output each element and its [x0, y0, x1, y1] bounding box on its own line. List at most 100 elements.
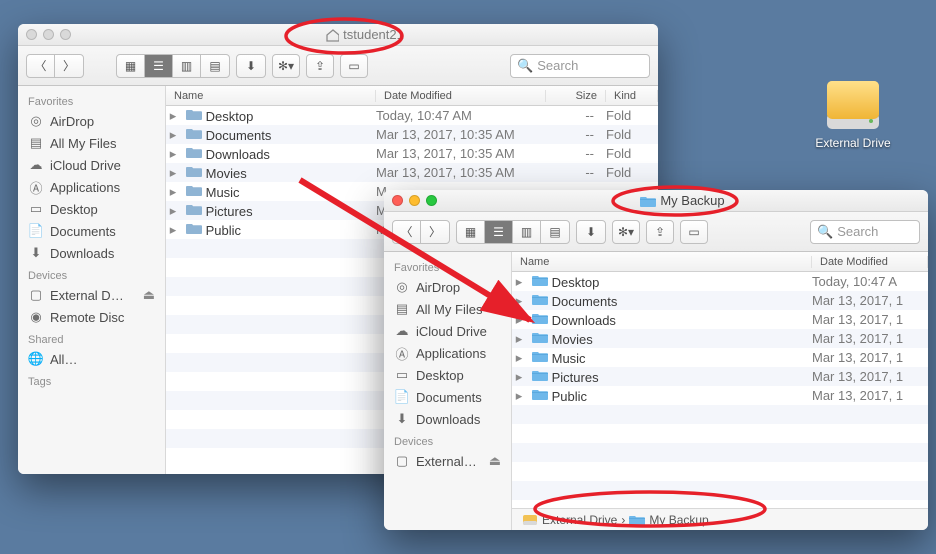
- disclosure-icon[interactable]: ▸: [512, 293, 526, 309]
- sidebar-item-airdrop[interactable]: ◎AirDrop: [384, 276, 511, 298]
- list-view-button[interactable]: ☰: [145, 55, 173, 77]
- disclosure-icon[interactable]: ▸: [512, 331, 526, 347]
- view-switcher[interactable]: ▦ ☰ ▥ ▤: [116, 54, 230, 78]
- col-name[interactable]: Name: [166, 90, 376, 102]
- table-row[interactable]: ▸ PublicMar 13, 2017, 1: [512, 386, 928, 405]
- back-button[interactable]: 〈: [393, 221, 421, 243]
- forward-button[interactable]: 〉: [421, 221, 449, 243]
- table-row[interactable]: ▸ DocumentsMar 13, 2017, 10:35 AM--Fold: [166, 125, 658, 144]
- sidebar-item-documents[interactable]: 📄Documents: [384, 386, 511, 408]
- close-dot[interactable]: [392, 195, 403, 206]
- table-row[interactable]: ▸ DesktopToday, 10:47 AM--Fold: [166, 106, 658, 125]
- col-date[interactable]: Date Modified: [812, 256, 928, 268]
- disclosure-icon[interactable]: ▸: [166, 222, 180, 238]
- table-row[interactable]: ▸ MusicMar 13, 2017, 1: [512, 348, 928, 367]
- col-name[interactable]: Name: [512, 256, 812, 268]
- sidebar-item-label: Downloads: [50, 246, 114, 261]
- share-button[interactable]: ⇪: [646, 220, 674, 244]
- gallery-view-button[interactable]: ▤: [541, 221, 569, 243]
- sidebar-item-allmyfiles[interactable]: ▤All My Files: [384, 298, 511, 320]
- table-row[interactable]: ▸ DocumentsMar 13, 2017, 1: [512, 291, 928, 310]
- gallery-view-button[interactable]: ▤: [201, 55, 229, 77]
- search-field[interactable]: 🔍 Search: [810, 220, 920, 244]
- sidebar-item-iclouddrive[interactable]: ☁iCloud Drive: [18, 154, 165, 176]
- tags-button[interactable]: ▭: [680, 220, 708, 244]
- sidebar-item-applications[interactable]: ⒶApplications: [18, 176, 165, 198]
- nav-buttons[interactable]: 〈〉: [26, 54, 84, 78]
- table-row[interactable]: ▸ DownloadsMar 13, 2017, 10:35 AM--Fold: [166, 144, 658, 163]
- path-bar[interactable]: External Drive › My Backup: [512, 508, 928, 530]
- list-view-button[interactable]: ☰: [485, 221, 513, 243]
- disclosure-icon[interactable]: ▸: [166, 146, 180, 162]
- path-segment[interactable]: My Backup: [649, 513, 708, 527]
- arrange-button[interactable]: ⬇︎: [236, 54, 266, 78]
- sidebar[interactable]: Favorites ◎AirDrop ▤All My Files ☁iCloud…: [384, 252, 512, 530]
- sidebar-item-desktop[interactable]: ▭Desktop: [18, 198, 165, 220]
- column-view-button[interactable]: ▥: [173, 55, 201, 77]
- sidebar-item-allmyfiles[interactable]: ▤All My Files: [18, 132, 165, 154]
- airdrop-icon: ◎: [394, 279, 410, 295]
- file-rows[interactable]: ▸ DesktopToday, 10:47 A▸ DocumentsMar 13…: [512, 272, 928, 508]
- sidebar-item-downloads[interactable]: ⬇Downloads: [18, 242, 165, 264]
- path-segment[interactable]: External Drive: [542, 513, 617, 527]
- minimize-dot[interactable]: [409, 195, 420, 206]
- icon-view-button[interactable]: ▦: [117, 55, 145, 77]
- icon-view-button[interactable]: ▦: [457, 221, 485, 243]
- disclosure-icon[interactable]: ▸: [166, 108, 180, 124]
- sidebar-item-documents[interactable]: 📄Documents: [18, 220, 165, 242]
- table-row[interactable]: ▸ PicturesMar 13, 2017, 1: [512, 367, 928, 386]
- toolbar: 〈〉 ▦ ☰ ▥ ▤ ⬇︎ ✻▾ ⇪ ▭ 🔍 Search: [18, 46, 658, 86]
- finder-window-backup[interactable]: My Backup 〈〉 ▦ ☰ ▥ ▤ ⬇︎ ✻▾ ⇪ ▭ 🔍 Search …: [384, 190, 928, 530]
- disclosure-icon[interactable]: ▸: [166, 203, 180, 219]
- minimize-dot[interactable]: [43, 29, 54, 40]
- disclosure-icon[interactable]: ▸: [512, 388, 526, 404]
- disclosure-icon[interactable]: ▸: [512, 312, 526, 328]
- column-view-button[interactable]: ▥: [513, 221, 541, 243]
- table-row[interactable]: ▸ MoviesMar 13, 2017, 1: [512, 329, 928, 348]
- tags-button[interactable]: ▭: [340, 54, 368, 78]
- sidebar-item-airdrop[interactable]: ◎AirDrop: [18, 110, 165, 132]
- table-row[interactable]: ▸ DownloadsMar 13, 2017, 1: [512, 310, 928, 329]
- disclosure-icon[interactable]: ▸: [512, 274, 526, 290]
- action-button[interactable]: ✻▾: [272, 54, 300, 78]
- back-button[interactable]: 〈: [27, 55, 55, 77]
- column-headers[interactable]: Name Date Modified Size Kind: [166, 86, 658, 106]
- disclosure-icon[interactable]: ▸: [512, 369, 526, 385]
- share-button[interactable]: ⇪: [306, 54, 334, 78]
- zoom-dot[interactable]: [60, 29, 71, 40]
- zoom-dot[interactable]: [426, 195, 437, 206]
- sidebar-item-remotedisc[interactable]: ◉Remote Disc: [18, 306, 165, 328]
- search-field[interactable]: 🔍 Search: [510, 54, 650, 78]
- table-row-empty: [512, 500, 928, 508]
- col-kind[interactable]: Kind: [606, 90, 658, 102]
- eject-icon[interactable]: ⏏: [143, 287, 155, 303]
- nav-buttons[interactable]: 〈〉: [392, 220, 450, 244]
- arrange-button[interactable]: ⬇︎: [576, 220, 606, 244]
- col-date[interactable]: Date Modified: [376, 90, 546, 102]
- desktop-external-drive[interactable]: External Drive: [803, 75, 903, 150]
- disclosure-icon[interactable]: ▸: [166, 184, 180, 200]
- disclosure-icon[interactable]: ▸: [166, 127, 180, 143]
- forward-button[interactable]: 〉: [55, 55, 83, 77]
- sidebar-item-external[interactable]: ▢External…⏏: [384, 450, 511, 472]
- window-titlebar[interactable]: tstudent21: [18, 24, 658, 46]
- cloud-icon: ☁: [394, 323, 410, 339]
- sidebar-item-downloads[interactable]: ⬇Downloads: [384, 408, 511, 430]
- sidebar-item-all[interactable]: 🌐All…: [18, 348, 165, 370]
- sidebar-item-desktop[interactable]: ▭Desktop: [384, 364, 511, 386]
- disclosure-icon[interactable]: ▸: [512, 350, 526, 366]
- disclosure-icon[interactable]: ▸: [166, 165, 180, 181]
- eject-icon[interactable]: ⏏: [489, 453, 501, 469]
- sidebar-item-iclouddrive[interactable]: ☁iCloud Drive: [384, 320, 511, 342]
- table-row[interactable]: ▸ MoviesMar 13, 2017, 10:35 AM--Fold: [166, 163, 658, 182]
- view-switcher[interactable]: ▦ ☰ ▥ ▤: [456, 220, 570, 244]
- table-row[interactable]: ▸ DesktopToday, 10:47 A: [512, 272, 928, 291]
- col-size[interactable]: Size: [546, 90, 606, 102]
- sidebar-item-external[interactable]: ▢External D…⏏: [18, 284, 165, 306]
- action-button[interactable]: ✻▾: [612, 220, 640, 244]
- close-dot[interactable]: [26, 29, 37, 40]
- sidebar-item-applications[interactable]: ⒶApplications: [384, 342, 511, 364]
- sidebar[interactable]: Favorites ◎AirDrop ▤All My Files ☁iCloud…: [18, 86, 166, 474]
- window-titlebar[interactable]: My Backup: [384, 190, 928, 212]
- column-headers[interactable]: Name Date Modified: [512, 252, 928, 272]
